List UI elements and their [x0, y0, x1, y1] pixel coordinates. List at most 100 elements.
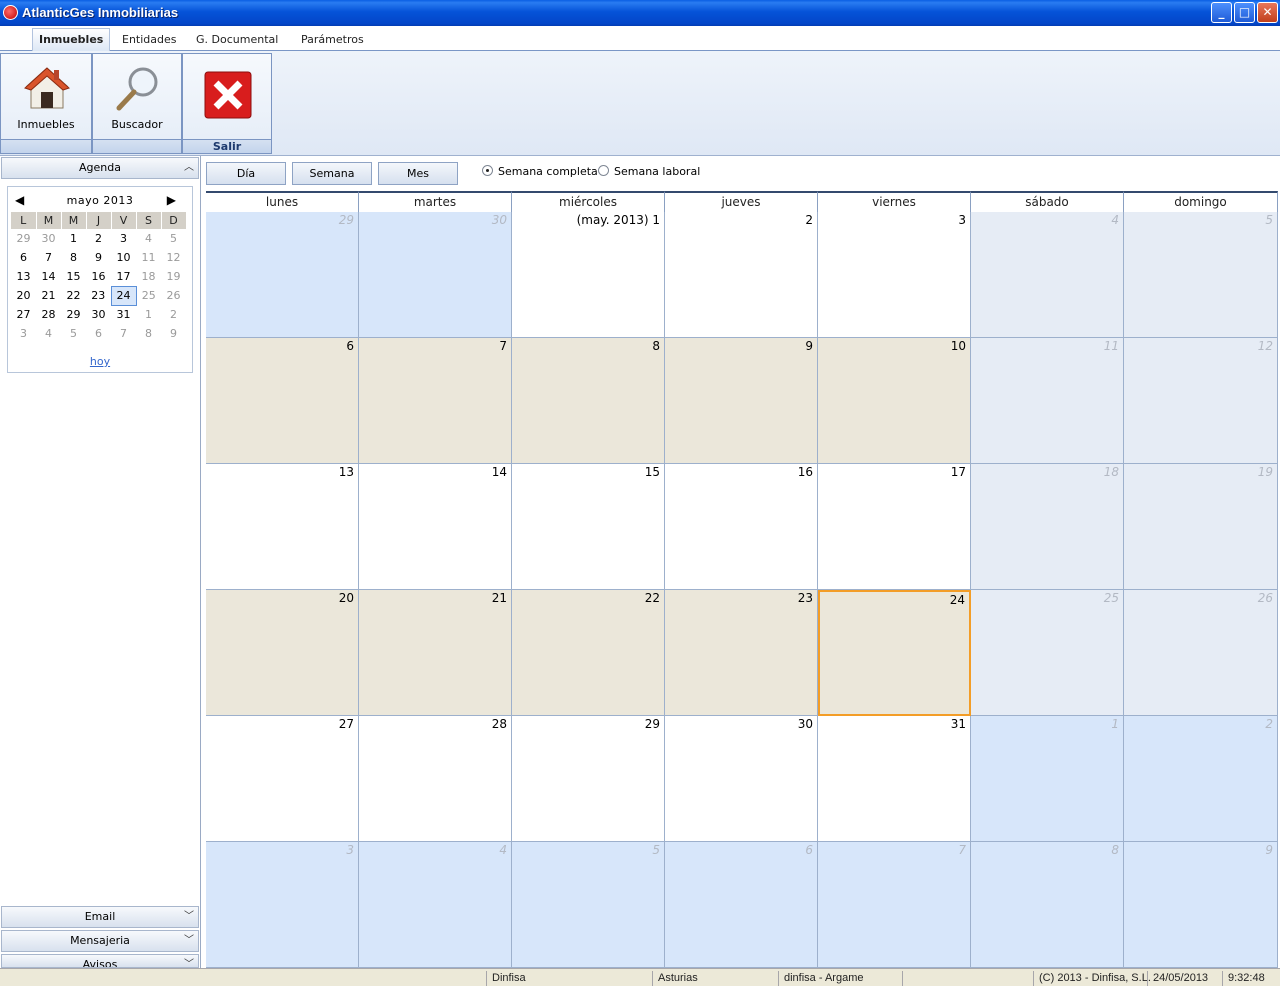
mini-calendar-day[interactable]: 4 — [136, 229, 161, 248]
calendar-day-cell[interactable]: 28 — [359, 716, 512, 842]
calendar-day-cell[interactable]: 4 — [359, 842, 512, 968]
calendar-day-cell[interactable]: 22 — [512, 590, 665, 716]
calendar-day-cell[interactable]: 6 — [665, 842, 818, 968]
calendar-day-cell[interactable]: 18 — [971, 464, 1124, 590]
radio-unchecked-icon[interactable] — [598, 165, 609, 176]
calendar-day-cell[interactable]: 29 — [206, 212, 359, 338]
tab-parametros[interactable]: Parámetros — [295, 31, 370, 51]
calendar-day-cell[interactable]: 6 — [206, 338, 359, 464]
calendar-day-cell[interactable]: 16 — [665, 464, 818, 590]
tab-entidades[interactable]: Entidades — [116, 31, 183, 51]
calendar-day-cell[interactable]: 13 — [206, 464, 359, 590]
calendar-day-cell[interactable]: 1 — [971, 716, 1124, 842]
mini-calendar-day[interactable]: 27 — [11, 305, 36, 324]
mini-calendar-day[interactable]: 18 — [136, 267, 161, 286]
calendar-day-cell[interactable]: 3 — [206, 842, 359, 968]
view-month-button[interactable]: Mes — [378, 162, 458, 185]
calendar-day-cell[interactable]: 26 — [1124, 590, 1278, 716]
mini-calendar-day[interactable]: 5 — [161, 229, 186, 248]
tab-g-documental[interactable]: G. Documental — [190, 31, 284, 51]
calendar-day-cell[interactable]: 21 — [359, 590, 512, 716]
next-month-icon[interactable]: ▶ — [167, 193, 176, 207]
calendar-day-cell[interactable]: (may. 2013) 1 — [512, 212, 665, 338]
mini-calendar-day[interactable]: 30 — [86, 305, 111, 324]
mini-calendar-day[interactable]: 5 — [61, 324, 86, 343]
today-link[interactable]: hoy — [8, 355, 192, 368]
minimize-button[interactable]: _ — [1211, 2, 1232, 23]
calendar-day-cell[interactable]: 15 — [512, 464, 665, 590]
mini-calendar-day[interactable]: 15 — [61, 267, 86, 286]
mini-calendar-day[interactable]: 12 — [161, 248, 186, 267]
calendar-day-cell[interactable]: 9 — [1124, 842, 1278, 968]
mini-calendar-day[interactable]: 1 — [61, 229, 86, 248]
calendar-day-cell[interactable]: 14 — [359, 464, 512, 590]
mini-calendar-day[interactable]: 24 — [110, 285, 137, 306]
calendar-day-cell[interactable]: 5 — [512, 842, 665, 968]
mini-calendar-day[interactable]: 6 — [86, 324, 111, 343]
calendar-day-cell[interactable]: 20 — [206, 590, 359, 716]
calendar-day-cell[interactable]: 27 — [206, 716, 359, 842]
mini-calendar-day[interactable]: 11 — [136, 248, 161, 267]
mini-calendar-day[interactable]: 7 — [111, 324, 136, 343]
calendar-day-cell[interactable]: 29 — [512, 716, 665, 842]
mini-calendar-day[interactable]: 30 — [36, 229, 61, 248]
calendar-day-cell[interactable]: 5 — [1124, 212, 1278, 338]
mini-calendar-day[interactable]: 29 — [11, 229, 36, 248]
chevron-down-icon[interactable]: ﹀ — [184, 931, 194, 951]
mini-calendar-day[interactable]: 28 — [36, 305, 61, 324]
calendar-day-cell[interactable]: 7 — [359, 338, 512, 464]
calendar-day-cell[interactable]: 30 — [359, 212, 512, 338]
tab-inmuebles[interactable]: Inmuebles — [32, 28, 111, 52]
mini-calendar-day[interactable]: 4 — [36, 324, 61, 343]
mensajeria-panel-header[interactable]: Mensajeria ﹀ — [1, 930, 199, 952]
calendar-day-cell[interactable]: 24 — [818, 590, 971, 716]
mini-calendar-day[interactable]: 9 — [86, 248, 111, 267]
mini-calendar-day[interactable]: 2 — [161, 305, 186, 324]
email-panel-header[interactable]: Email ﹀ — [1, 906, 199, 928]
calendar-day-cell[interactable]: 3 — [818, 212, 971, 338]
salir-button[interactable] — [183, 54, 271, 138]
calendar-day-cell[interactable]: 12 — [1124, 338, 1278, 464]
mini-calendar-day[interactable]: 25 — [136, 286, 161, 305]
calendar-day-cell[interactable]: 19 — [1124, 464, 1278, 590]
mini-calendar-day[interactable]: 1 — [136, 305, 161, 324]
mini-calendar-day[interactable]: 9 — [161, 324, 186, 343]
calendar-day-cell[interactable]: 25 — [971, 590, 1124, 716]
mini-calendar-day[interactable]: 8 — [136, 324, 161, 343]
mini-calendar-day[interactable]: 14 — [36, 267, 61, 286]
avisos-panel-header[interactable]: Avisos ﹀ — [1, 954, 199, 968]
calendar-day-cell[interactable]: 8 — [971, 842, 1124, 968]
mini-calendar-day[interactable]: 16 — [86, 267, 111, 286]
calendar-day-cell[interactable]: 30 — [665, 716, 818, 842]
calendar-day-cell[interactable]: 17 — [818, 464, 971, 590]
calendar-day-cell[interactable]: 9 — [665, 338, 818, 464]
radio-checked-icon[interactable] — [482, 165, 493, 176]
calendar-day-cell[interactable]: 4 — [971, 212, 1124, 338]
chevron-down-icon[interactable]: ﹀ — [184, 955, 194, 967]
mini-calendar-day[interactable]: 13 — [11, 267, 36, 286]
maximize-button[interactable]: □ — [1234, 2, 1255, 23]
buscador-button[interactable]: Buscador — [93, 54, 181, 138]
view-day-button[interactable]: Día — [206, 162, 286, 185]
chevron-up-icon[interactable]: ︿ — [184, 158, 194, 178]
calendar-day-cell[interactable]: 23 — [665, 590, 818, 716]
mini-calendar-day[interactable]: 8 — [61, 248, 86, 267]
agenda-panel-header[interactable]: Agenda ︿ — [1, 157, 199, 179]
mini-calendar-day[interactable]: 29 — [61, 305, 86, 324]
calendar-day-cell[interactable]: 2 — [1124, 716, 1278, 842]
calendar-day-cell[interactable]: 10 — [818, 338, 971, 464]
mini-calendar-day[interactable]: 21 — [36, 286, 61, 305]
calendar-day-cell[interactable]: 8 — [512, 338, 665, 464]
inmuebles-button[interactable]: Inmuebles — [1, 54, 91, 138]
mini-calendar-day[interactable]: 7 — [36, 248, 61, 267]
mini-calendar-day[interactable]: 20 — [11, 286, 36, 305]
close-window-button[interactable]: ✕ — [1257, 2, 1278, 23]
mini-calendar-day[interactable]: 3 — [11, 324, 36, 343]
radio-full-week[interactable]: Semana completa — [482, 165, 598, 178]
view-week-button[interactable]: Semana — [292, 162, 372, 185]
calendar-day-cell[interactable]: 31 — [818, 716, 971, 842]
mini-calendar-day[interactable]: 10 — [111, 248, 136, 267]
mini-calendar-day[interactable]: 22 — [61, 286, 86, 305]
mini-calendar-day[interactable]: 3 — [111, 229, 136, 248]
mini-calendar-day[interactable]: 17 — [111, 267, 136, 286]
